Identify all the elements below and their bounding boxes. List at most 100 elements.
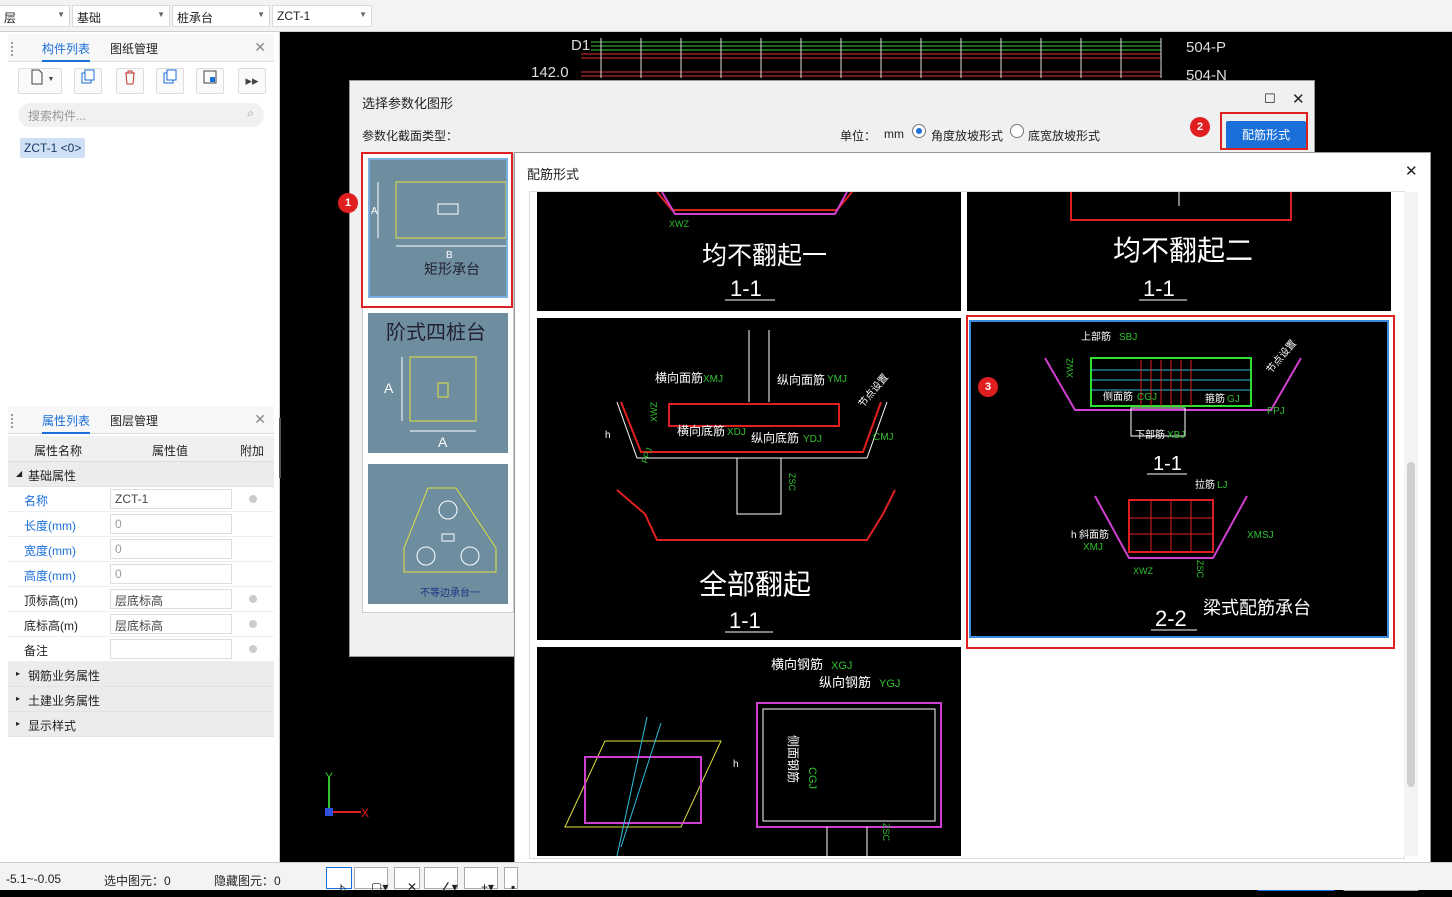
unit-value: mm [884, 127, 904, 141]
property-value-input[interactable]: 0 [110, 514, 232, 534]
close-icon[interactable]: ✕ [1405, 162, 1418, 180]
radio-dot-icon [916, 128, 922, 134]
more-toggle[interactable]: ▪ [504, 867, 518, 894]
property-row-top-elevation: 顶标高(m) 层底标高 [8, 587, 274, 612]
svg-text:XMJ: XMJ [703, 374, 723, 385]
step-badge-1: 1 [338, 193, 358, 213]
more-button[interactable]: ▸▸ [238, 68, 266, 94]
property-value-input[interactable]: 0 [110, 564, 232, 584]
tile-title: 全部翻起 [699, 569, 811, 600]
property-table: 属性名称 属性值 附加 ◢ 基础属性 名称 ZCT-1 长度(mm) 0 宽度(mm)… [8, 436, 274, 737]
rebar-tile-grid[interactable]: 横向钢筋 XGJ 纵向钢筋 YGJ 侧面钢筋 CGJ h ZSC [537, 647, 961, 857]
highlight-box-rebar-button [1220, 112, 1308, 150]
property-value-input[interactable]: 层底标高 [110, 589, 232, 609]
tab-property-list[interactable]: 属性列表 [42, 412, 91, 434]
floor-value: 层 [4, 11, 17, 25]
layer-copy-button[interactable] [196, 68, 224, 94]
component-dropdown[interactable]: ZCT-1 ▼ [272, 5, 372, 27]
rebar-scrollbar[interactable] [1404, 192, 1418, 856]
group-civil-properties[interactable]: ▸ 土建业务属性 [8, 687, 274, 712]
tab-layer-management[interactable]: 图层管理 [110, 412, 158, 429]
property-row-width: 宽度(mm) 0 [8, 537, 274, 562]
thumb-four-pile-cap[interactable]: 阶式四桩台 A A [368, 313, 508, 453]
maximize-icon[interactable]: ☐ [1264, 91, 1276, 107]
duplicate-button[interactable] [156, 68, 184, 94]
property-name: 顶标高(m) [24, 594, 78, 608]
ortho-toggle[interactable]: ⊾ [326, 867, 352, 894]
cad-label-142: 142.0 [531, 64, 569, 81]
group-basic-properties[interactable]: ◢ 基础属性 [8, 462, 274, 487]
tile-drawing: 横向面筋 XMJ 纵向面筋 YMJ 横向底筋 XDJ 纵向底筋 YDJ 节点设置… [605, 330, 896, 633]
close-icon[interactable]: ✕ [254, 39, 266, 56]
more-icon: ▪ [511, 880, 516, 894]
close-icon[interactable]: ✕ [1292, 90, 1305, 108]
group-label: 钢筋业务属性 [28, 669, 101, 683]
svg-text:XDJ: XDJ [727, 427, 746, 438]
double-arrow-icon: ▸▸ [245, 73, 259, 88]
svg-text:纵向面筋: 纵向面筋 [777, 372, 825, 387]
new-file-icon [31, 69, 43, 85]
copy-button[interactable] [74, 68, 102, 94]
svg-text:X: X [361, 806, 369, 820]
svg-text:ZSC: ZSC [787, 473, 797, 492]
category-dropdown[interactable]: 基础 ▼ [72, 5, 170, 27]
scrollbar-thumb[interactable] [1407, 462, 1415, 787]
four-pile-shape: 阶式四桩台 A A [384, 321, 486, 450]
elevation-range: -5.1~-0.05 [6, 872, 62, 886]
checkbox-dot[interactable] [249, 595, 257, 603]
insert-toggle[interactable]: +▾ [464, 867, 498, 894]
search-placeholder: 搜索构件... [28, 109, 87, 123]
checkbox-dot[interactable] [249, 495, 257, 503]
chevron-down-icon: ▼ [57, 10, 65, 19]
property-value-input[interactable]: 层底标高 [110, 614, 232, 634]
svg-text:h: h [605, 430, 611, 441]
svg-text:YDJ: YDJ [803, 434, 822, 445]
floor-dropdown[interactable]: 层 ▼ [0, 5, 70, 27]
chevron-down-icon: ▼ [257, 10, 265, 19]
rebar-tile-all-bend[interactable]: 横向面筋 XMJ 纵向面筋 YMJ 横向底筋 XDJ 纵向底筋 YDJ 节点设置… [537, 318, 961, 640]
cad-label-504p: 504-P [1186, 39, 1226, 56]
group-label: 土建业务属性 [28, 694, 101, 708]
rebar-tile-no-bend-1[interactable]: XWZ 均不翻起一 1-1 [537, 191, 961, 311]
checkbox-dot[interactable] [249, 620, 257, 628]
new-component-button[interactable]: ▼ [18, 68, 62, 94]
property-name: 宽度(mm) [24, 544, 76, 558]
thumb-title: 不等边承台一 [420, 586, 480, 599]
angle-toggle[interactable]: ∠▾ [424, 867, 458, 894]
section-label: 1-1 [729, 608, 761, 633]
thumb-title: 阶式四桩台 [386, 321, 486, 344]
cross-toggle[interactable]: ✕ [394, 867, 420, 894]
radio-bottom-width[interactable] [1010, 124, 1024, 138]
section-label: 1-1 [1143, 276, 1175, 301]
thumb-unequal-cap[interactable]: 不等边承台一 [368, 464, 508, 604]
snap-toggle[interactable]: ▢▾ [354, 867, 388, 894]
search-input[interactable]: 搜索构件... ⌕ [18, 103, 264, 127]
svg-text:纵向钢筋: 纵向钢筋 [819, 675, 871, 690]
property-value-input[interactable]: 0 [110, 539, 232, 559]
dialog-title: 选择参数化图形 [362, 96, 454, 111]
radio-angle-slope[interactable] [912, 124, 926, 138]
group-label: 基础属性 [28, 469, 77, 483]
drag-grip-icon[interactable] [11, 42, 14, 56]
component-item-zct1[interactable]: ZCT-1 <0> [20, 138, 86, 158]
radio-label: 底宽放坡形式 [1028, 129, 1101, 143]
group-display-style[interactable]: ▸ 显示样式 [8, 712, 274, 737]
property-value-input[interactable]: ZCT-1 [110, 489, 232, 509]
layer-icon [203, 70, 217, 84]
property-name: 备注 [24, 644, 49, 658]
delete-button[interactable] [116, 68, 144, 94]
type-dropdown[interactable]: 桩承台 ▼ [172, 5, 270, 27]
tab-component-list[interactable]: 构件列表 [42, 40, 91, 62]
dialog-title: 配筋形式 [527, 167, 580, 182]
svg-text:横向钢筋: 横向钢筋 [771, 657, 823, 672]
tab-drawing-management[interactable]: 图纸管理 [110, 40, 158, 57]
type-value: 桩承台 [177, 11, 214, 25]
close-icon[interactable]: ✕ [254, 411, 266, 428]
svg-text:YGJ: YGJ [879, 678, 900, 690]
checkbox-dot[interactable] [249, 645, 257, 653]
drag-grip-icon[interactable] [11, 414, 14, 428]
expand-arrow-icon: ▸ [16, 719, 21, 728]
rebar-tile-no-bend-2[interactable]: 均不翻起二 1-1 [967, 192, 1391, 311]
property-value-input[interactable] [110, 639, 232, 659]
group-rebar-properties[interactable]: ▸ 钢筋业务属性 [8, 662, 274, 687]
